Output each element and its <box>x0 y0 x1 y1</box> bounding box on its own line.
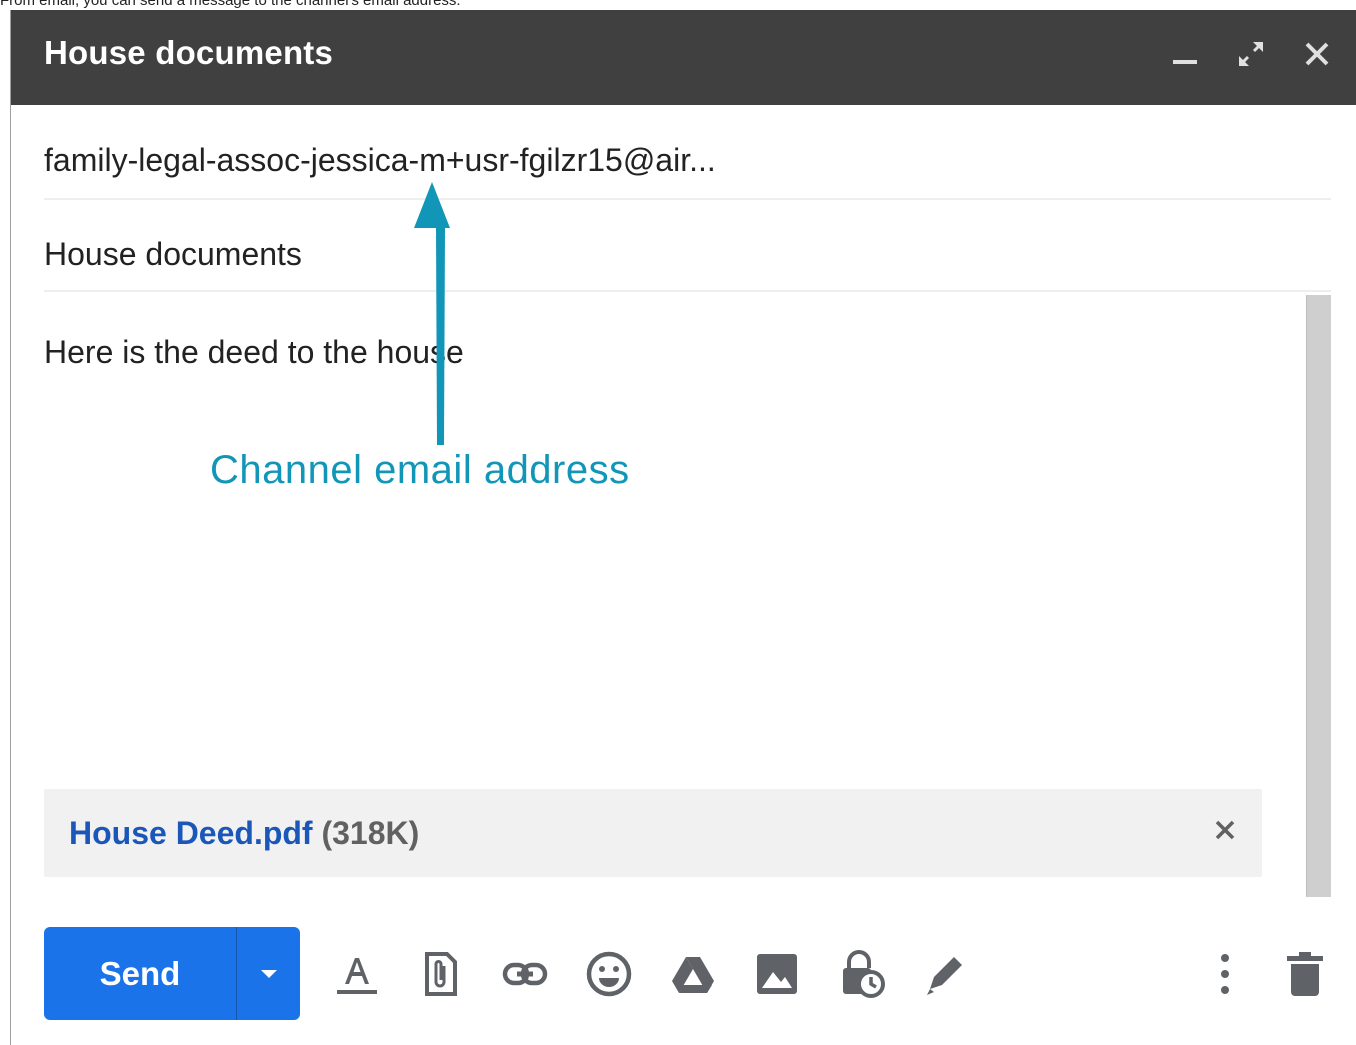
attachment-size: (318K) <box>321 815 420 851</box>
emoji-button[interactable] <box>583 948 635 1000</box>
divider <box>44 198 1331 200</box>
insert-photo-button[interactable] <box>751 948 803 1000</box>
remove-attachment-button[interactable] <box>1208 813 1242 847</box>
signature-icon <box>927 957 962 995</box>
image-icon <box>757 954 797 994</box>
close-icon <box>1215 820 1235 840</box>
expand-button[interactable] <box>1233 36 1269 72</box>
formatting-button[interactable] <box>331 948 383 1000</box>
annotation-label: Channel email address <box>210 448 630 492</box>
minimize-icon <box>1173 60 1197 64</box>
close-button[interactable] <box>1299 36 1335 72</box>
minimize-button[interactable] <box>1167 36 1203 72</box>
attachment-label: House Deed.pdf (318K) <box>69 815 419 852</box>
recipient-field[interactable]: family-legal-assoc-jessica-m+usr-fgilzr1… <box>44 142 716 179</box>
link-icon <box>502 962 548 986</box>
caption-text: From email, you can send a message to th… <box>0 0 1356 8</box>
confidential-icon <box>843 950 885 998</box>
more-options-icon <box>1221 954 1229 994</box>
close-icon <box>1305 42 1329 66</box>
subject-field[interactable]: House documents <box>44 236 302 273</box>
discard-draft-button[interactable] <box>1279 948 1331 1000</box>
confidential-mode-button[interactable] <box>835 948 887 1000</box>
divider <box>44 290 1331 292</box>
attach-icon <box>425 952 457 996</box>
scrollbar[interactable] <box>1306 295 1331 897</box>
send-button-group: Send <box>44 927 300 1020</box>
drive-icon <box>672 957 714 993</box>
delete-icon <box>1287 952 1323 996</box>
formatting-icon <box>337 958 377 994</box>
insert-link-button[interactable] <box>499 948 551 1000</box>
attach-button[interactable] <box>415 948 467 1000</box>
send-button[interactable]: Send <box>44 927 236 1020</box>
compose-title: House documents <box>44 34 334 71</box>
more-options-button[interactable] <box>1205 948 1245 1000</box>
send-options-button[interactable] <box>237 927 300 1020</box>
message-body[interactable]: Here is the deed to the house <box>44 334 464 371</box>
drive-button[interactable] <box>667 948 719 1000</box>
compose-header: House documents <box>11 10 1356 105</box>
caret-down-icon <box>260 969 277 978</box>
compose-window: House documents family-legal-assoc-jessi… <box>10 10 1356 1045</box>
expand-icon <box>1238 41 1264 67</box>
signature-button[interactable] <box>919 948 971 1000</box>
emoji-icon <box>586 951 632 997</box>
window-controls <box>1167 36 1335 72</box>
attachment-name[interactable]: House Deed.pdf <box>69 815 313 851</box>
attachment-chip[interactable]: House Deed.pdf (318K) <box>44 789 1262 877</box>
